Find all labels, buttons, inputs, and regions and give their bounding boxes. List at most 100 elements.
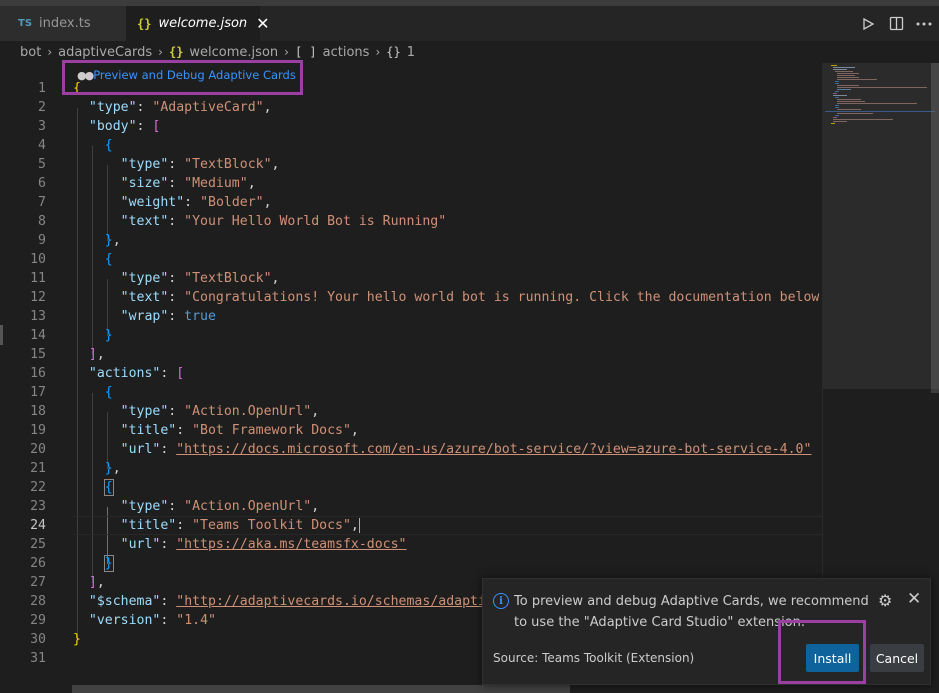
code-text: } — [103, 555, 114, 572]
minimap-line — [835, 107, 839, 108]
breadcrumb-item-adaptivecards[interactable]: adaptiveCards — [58, 45, 152, 60]
line-number: 6 — [38, 176, 46, 191]
json-file-icon: {} — [168, 45, 184, 59]
breadcrumb-label: bot — [20, 44, 42, 60]
line-number: 19 — [30, 423, 46, 438]
chevron-right-icon: › — [284, 45, 289, 59]
object-icon: {} — [386, 45, 401, 59]
line-number: 1 — [38, 81, 46, 96]
code-text: "type": "Action.OpenUrl", — [120, 404, 320, 419]
minimap-line — [837, 75, 855, 76]
code-text: { — [103, 479, 114, 496]
horizontal-scrollbar[interactable] — [72, 685, 570, 693]
code-text: ], — [88, 347, 105, 362]
line-number: 4 — [38, 138, 46, 153]
code-line: 4 { — [0, 136, 822, 155]
code-text: "$schema": "http://adaptivecards.io/sche… — [88, 594, 502, 609]
code-line: 11 "type": "TextBlock", — [0, 269, 822, 288]
code-line: 10 { — [0, 250, 822, 269]
url-link[interactable]: "http://adaptivecards.io/schemas/adaptiv… — [176, 594, 502, 609]
minimap-line — [833, 67, 855, 68]
line-number: 26 — [30, 556, 46, 571]
code-line: 25 "url": "https://aka.ms/teamsfx-docs" — [0, 535, 822, 554]
code-text: "type": "AdaptiveCard", — [88, 100, 272, 115]
code-line: 9 }, — [0, 231, 822, 250]
code-line: 17 { — [0, 383, 822, 402]
code-text: "version": "1.4" — [88, 613, 216, 628]
code-text: "type": "TextBlock", — [120, 271, 280, 286]
run-icon[interactable] — [855, 11, 881, 37]
minimap-line — [837, 103, 917, 104]
line-number: 21 — [30, 461, 46, 476]
close-icon[interactable]: ✕ — [907, 589, 921, 609]
code-line: 16 "actions": [ — [0, 364, 822, 383]
code-line: 5 "type": "TextBlock", — [0, 155, 822, 174]
chevron-right-icon: › — [375, 45, 381, 59]
code-line-active: 24 "title": "Teams Toolkit Docs", — [0, 516, 822, 535]
code-text: "size": "Medium", — [120, 176, 256, 191]
breadcrumb-item-actions[interactable]: [ ] actions — [295, 45, 369, 60]
minimap-line — [831, 65, 837, 66]
code-text: "url": "https://aka.ms/teamsfx-docs" — [120, 537, 407, 552]
url-link[interactable]: "https://aka.ms/teamsfx-docs" — [176, 537, 406, 552]
text-cursor — [358, 518, 360, 533]
code-text: }, — [104, 233, 121, 248]
code-text: "type": "Action.OpenUrl", — [120, 499, 320, 514]
code-line: 14 } — [0, 326, 822, 345]
minimap-line — [837, 89, 851, 90]
minimap-line — [837, 73, 859, 74]
tab-welcome-json[interactable]: {} welcome.json ✕ — [126, 6, 270, 41]
breadcrumb-label: actions — [322, 44, 370, 60]
breadcrumb-item-welcome-json[interactable]: {} welcome.json — [169, 45, 278, 60]
line-number: 17 — [30, 385, 46, 400]
line-number: 31 — [30, 651, 46, 666]
gear-icon[interactable]: ⚙ — [878, 591, 892, 610]
codelens-highlight-box: ●● Preview and Debug Adaptive Cards — [62, 60, 303, 95]
minimap-line — [835, 81, 839, 82]
minimap-line — [837, 87, 927, 88]
line-number: 27 — [30, 575, 46, 590]
codelens-label: Preview and Debug Adaptive Cards — [93, 68, 296, 82]
minimap-line — [837, 101, 865, 102]
close-icon[interactable]: ✕ — [256, 15, 269, 32]
line-number: 15 — [30, 347, 46, 362]
tab-label: index.ts — [39, 16, 91, 31]
codelens-preview-debug[interactable]: ●● Preview and Debug Adaptive Cards — [77, 68, 296, 82]
code-line: 23 "type": "Action.OpenUrl", — [0, 497, 822, 516]
breadcrumb-label: welcome.json — [189, 44, 279, 60]
line-number: 24 — [30, 518, 46, 533]
install-highlight-box — [778, 620, 866, 684]
code-line: 21 }, — [0, 459, 822, 478]
line-number: 16 — [30, 366, 46, 381]
code-text: "url": "https://docs.microsoft.com/en-us… — [120, 442, 812, 457]
code-line: 12 "text": "Congratulations! Your hello … — [0, 288, 822, 307]
line-number: 8 — [38, 214, 46, 229]
line-number: 12 — [30, 290, 46, 305]
more-actions-icon[interactable] — [911, 11, 937, 37]
code-text: "type": "TextBlock", — [120, 157, 280, 172]
minimap-line — [835, 105, 839, 106]
tab-index-ts[interactable]: TS index.ts — [0, 6, 126, 41]
breadcrumb-label: adaptiveCards — [58, 44, 153, 60]
url-link[interactable]: "https://docs.microsoft.com/en-us/azure/… — [176, 442, 811, 457]
minimap-line — [835, 115, 839, 116]
cancel-button[interactable]: Cancel — [870, 644, 924, 672]
code-text: { — [104, 385, 113, 400]
chevron-right-icon: › — [158, 45, 163, 59]
minimap-line — [835, 71, 853, 72]
split-editor-icon[interactable] — [883, 11, 909, 37]
minimap-line — [833, 119, 893, 120]
line-number: 2 — [38, 100, 46, 115]
minimap-line — [837, 113, 873, 114]
code-text: { — [104, 138, 113, 153]
minimap-line — [837, 79, 877, 80]
line-number: 20 — [30, 442, 46, 457]
line-number: 11 — [30, 271, 46, 286]
line-number: 28 — [30, 594, 46, 609]
breadcrumb-item-bot[interactable]: bot — [20, 45, 41, 60]
code-line: 26 } — [0, 554, 822, 573]
code-line: 8 "text": "Your Hello World Bot is Runni… — [0, 212, 822, 231]
breadcrumb-item-1[interactable]: {} 1 — [386, 45, 415, 60]
code-text: "title": "Bot Framework Docs", — [120, 423, 359, 438]
vertical-scrollbar[interactable] — [931, 63, 939, 393]
